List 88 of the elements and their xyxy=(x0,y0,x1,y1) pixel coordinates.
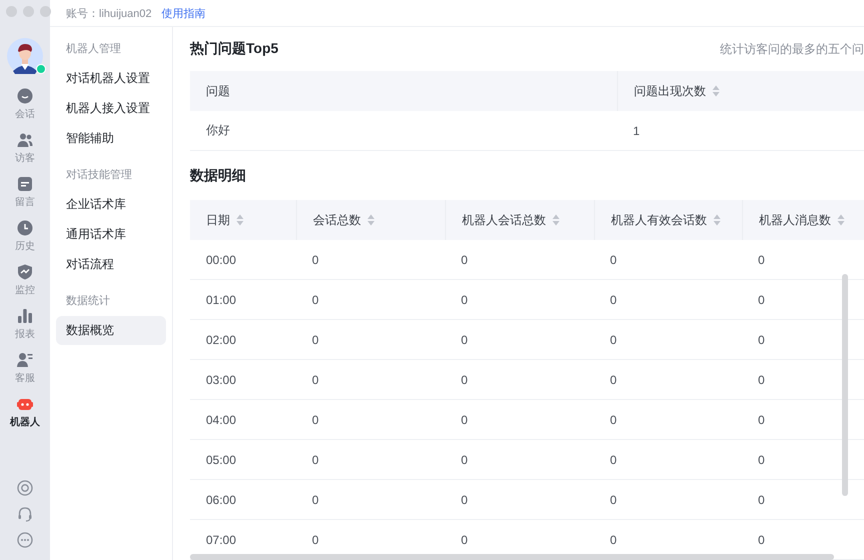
sort-icon[interactable] xyxy=(367,214,375,226)
table-cell-text: 0 xyxy=(609,252,618,268)
column-header[interactable]: 机器人会话总数 xyxy=(445,200,594,240)
table-cell-text: 0 xyxy=(311,292,320,308)
account-label: 账号：lihuijuan02 xyxy=(66,6,152,20)
table-cell-text: 0 xyxy=(757,492,766,508)
window-close-button[interactable] xyxy=(6,6,17,17)
menu-item[interactable]: 智能辅助 xyxy=(56,124,166,153)
table-cell-text: 0 xyxy=(460,492,469,508)
table-cell-text: 0 xyxy=(460,332,469,348)
column-header[interactable]: 问题出现次数 xyxy=(617,71,840,111)
column-header[interactable]: 机器人有效会话数 xyxy=(594,200,742,240)
table-cell-text: 0 xyxy=(311,532,320,548)
table-cell-text: 0 xyxy=(609,532,618,548)
scrollbar[interactable] xyxy=(190,554,834,560)
menu-group-title: 数据统计 xyxy=(65,294,111,309)
online-status-dot xyxy=(36,64,46,74)
menu-group-title: 对话技能管理 xyxy=(65,168,133,183)
table-cell-text: 0 xyxy=(460,372,469,388)
table-cell-text: 0 xyxy=(460,532,469,548)
section-note: 统计访客问的最多的五个问 xyxy=(720,40,864,58)
note-icon xyxy=(17,176,33,192)
table-cell-text: 05:00 xyxy=(205,452,238,468)
more-icon[interactable] xyxy=(17,532,33,548)
table-cell-text: 0 xyxy=(311,372,320,388)
column-header[interactable]: 机器人消息数 xyxy=(742,200,862,240)
settings-icon[interactable] xyxy=(17,480,33,496)
table-cell-text: 0 xyxy=(311,412,320,428)
table-cell-text: 0 xyxy=(609,492,618,508)
table-cell-text: 00:00 xyxy=(205,252,238,268)
column-header: 问题 xyxy=(205,82,231,100)
table-cell-text: 0 xyxy=(757,532,766,548)
table-cell-text: 0 xyxy=(609,332,618,348)
table-cell-text: 0 xyxy=(460,292,469,308)
bar-chart-icon xyxy=(17,308,33,324)
table-cell-text: 04:00 xyxy=(205,412,238,428)
avatar[interactable] xyxy=(7,38,43,74)
column-header[interactable]: 会话总数 xyxy=(296,200,445,240)
table-cell-text: 0 xyxy=(311,252,320,268)
menu-item[interactable]: 数据概览 xyxy=(56,316,166,345)
menu-item[interactable]: 对话机器人设置 xyxy=(56,64,166,93)
table-cell-text: 0 xyxy=(609,292,618,308)
table-cell-text: 0 xyxy=(311,452,320,468)
menu-item[interactable]: 机器人接入设置 xyxy=(56,94,166,123)
table-cell-text: 0 xyxy=(609,372,618,388)
table-cell-text: 0 xyxy=(757,412,766,428)
menu-group-title: 机器人管理 xyxy=(65,42,122,57)
sort-icon[interactable] xyxy=(236,214,244,226)
headset-icon[interactable] xyxy=(17,506,33,522)
menu-item[interactable]: 企业话术库 xyxy=(56,190,166,219)
table-cell-text: 06:00 xyxy=(205,492,238,508)
clock-icon xyxy=(17,220,33,236)
table-cell-text: 你好 xyxy=(205,122,231,139)
table-cell-text: 0 xyxy=(757,252,766,268)
window-zoom-button[interactable] xyxy=(40,6,51,17)
table-cell-text: 0 xyxy=(609,452,618,468)
column-header[interactable]: 日期 xyxy=(190,200,296,240)
people-icon xyxy=(17,132,33,148)
sort-icon[interactable] xyxy=(837,214,845,226)
nav-rail-item[interactable]: 机器人 xyxy=(10,390,40,434)
section-title: 热门问题Top5 xyxy=(190,40,278,58)
sort-icon[interactable] xyxy=(712,85,720,97)
user-guide-link[interactable]: 使用指南 xyxy=(162,6,206,20)
user-list-icon xyxy=(17,352,33,368)
table-cell-text: 02:00 xyxy=(205,332,238,348)
table-cell-text: 07:00 xyxy=(205,532,238,548)
section-title: 数据明细 xyxy=(190,167,246,185)
menu-item[interactable]: 对话流程 xyxy=(56,250,166,279)
table-cell-text: 0 xyxy=(757,452,766,468)
table-cell-text: 0 xyxy=(311,492,320,508)
table-cell-text: 0 xyxy=(757,372,766,388)
window-minimize-button[interactable] xyxy=(23,6,34,17)
table-cell-text: 1 xyxy=(632,122,641,140)
table-cell-text: 03:00 xyxy=(205,372,238,388)
scrollbar[interactable] xyxy=(842,274,848,496)
table-cell-text: 0 xyxy=(609,412,618,428)
table-cell-text: 0 xyxy=(311,332,320,348)
chat-bubble-icon xyxy=(17,88,33,104)
shield-icon xyxy=(17,264,33,280)
table-cell-text: 0 xyxy=(460,412,469,428)
table-cell-text: 01:00 xyxy=(205,292,238,308)
table-cell-text: 0 xyxy=(757,332,766,348)
sort-icon[interactable] xyxy=(552,214,560,226)
table-cell-text: 0 xyxy=(460,252,469,268)
table-cell-text: 0 xyxy=(460,452,469,468)
menu-item[interactable]: 通用话术库 xyxy=(56,220,166,249)
sort-icon[interactable] xyxy=(713,214,721,226)
table-cell-text: 0 xyxy=(757,292,766,308)
